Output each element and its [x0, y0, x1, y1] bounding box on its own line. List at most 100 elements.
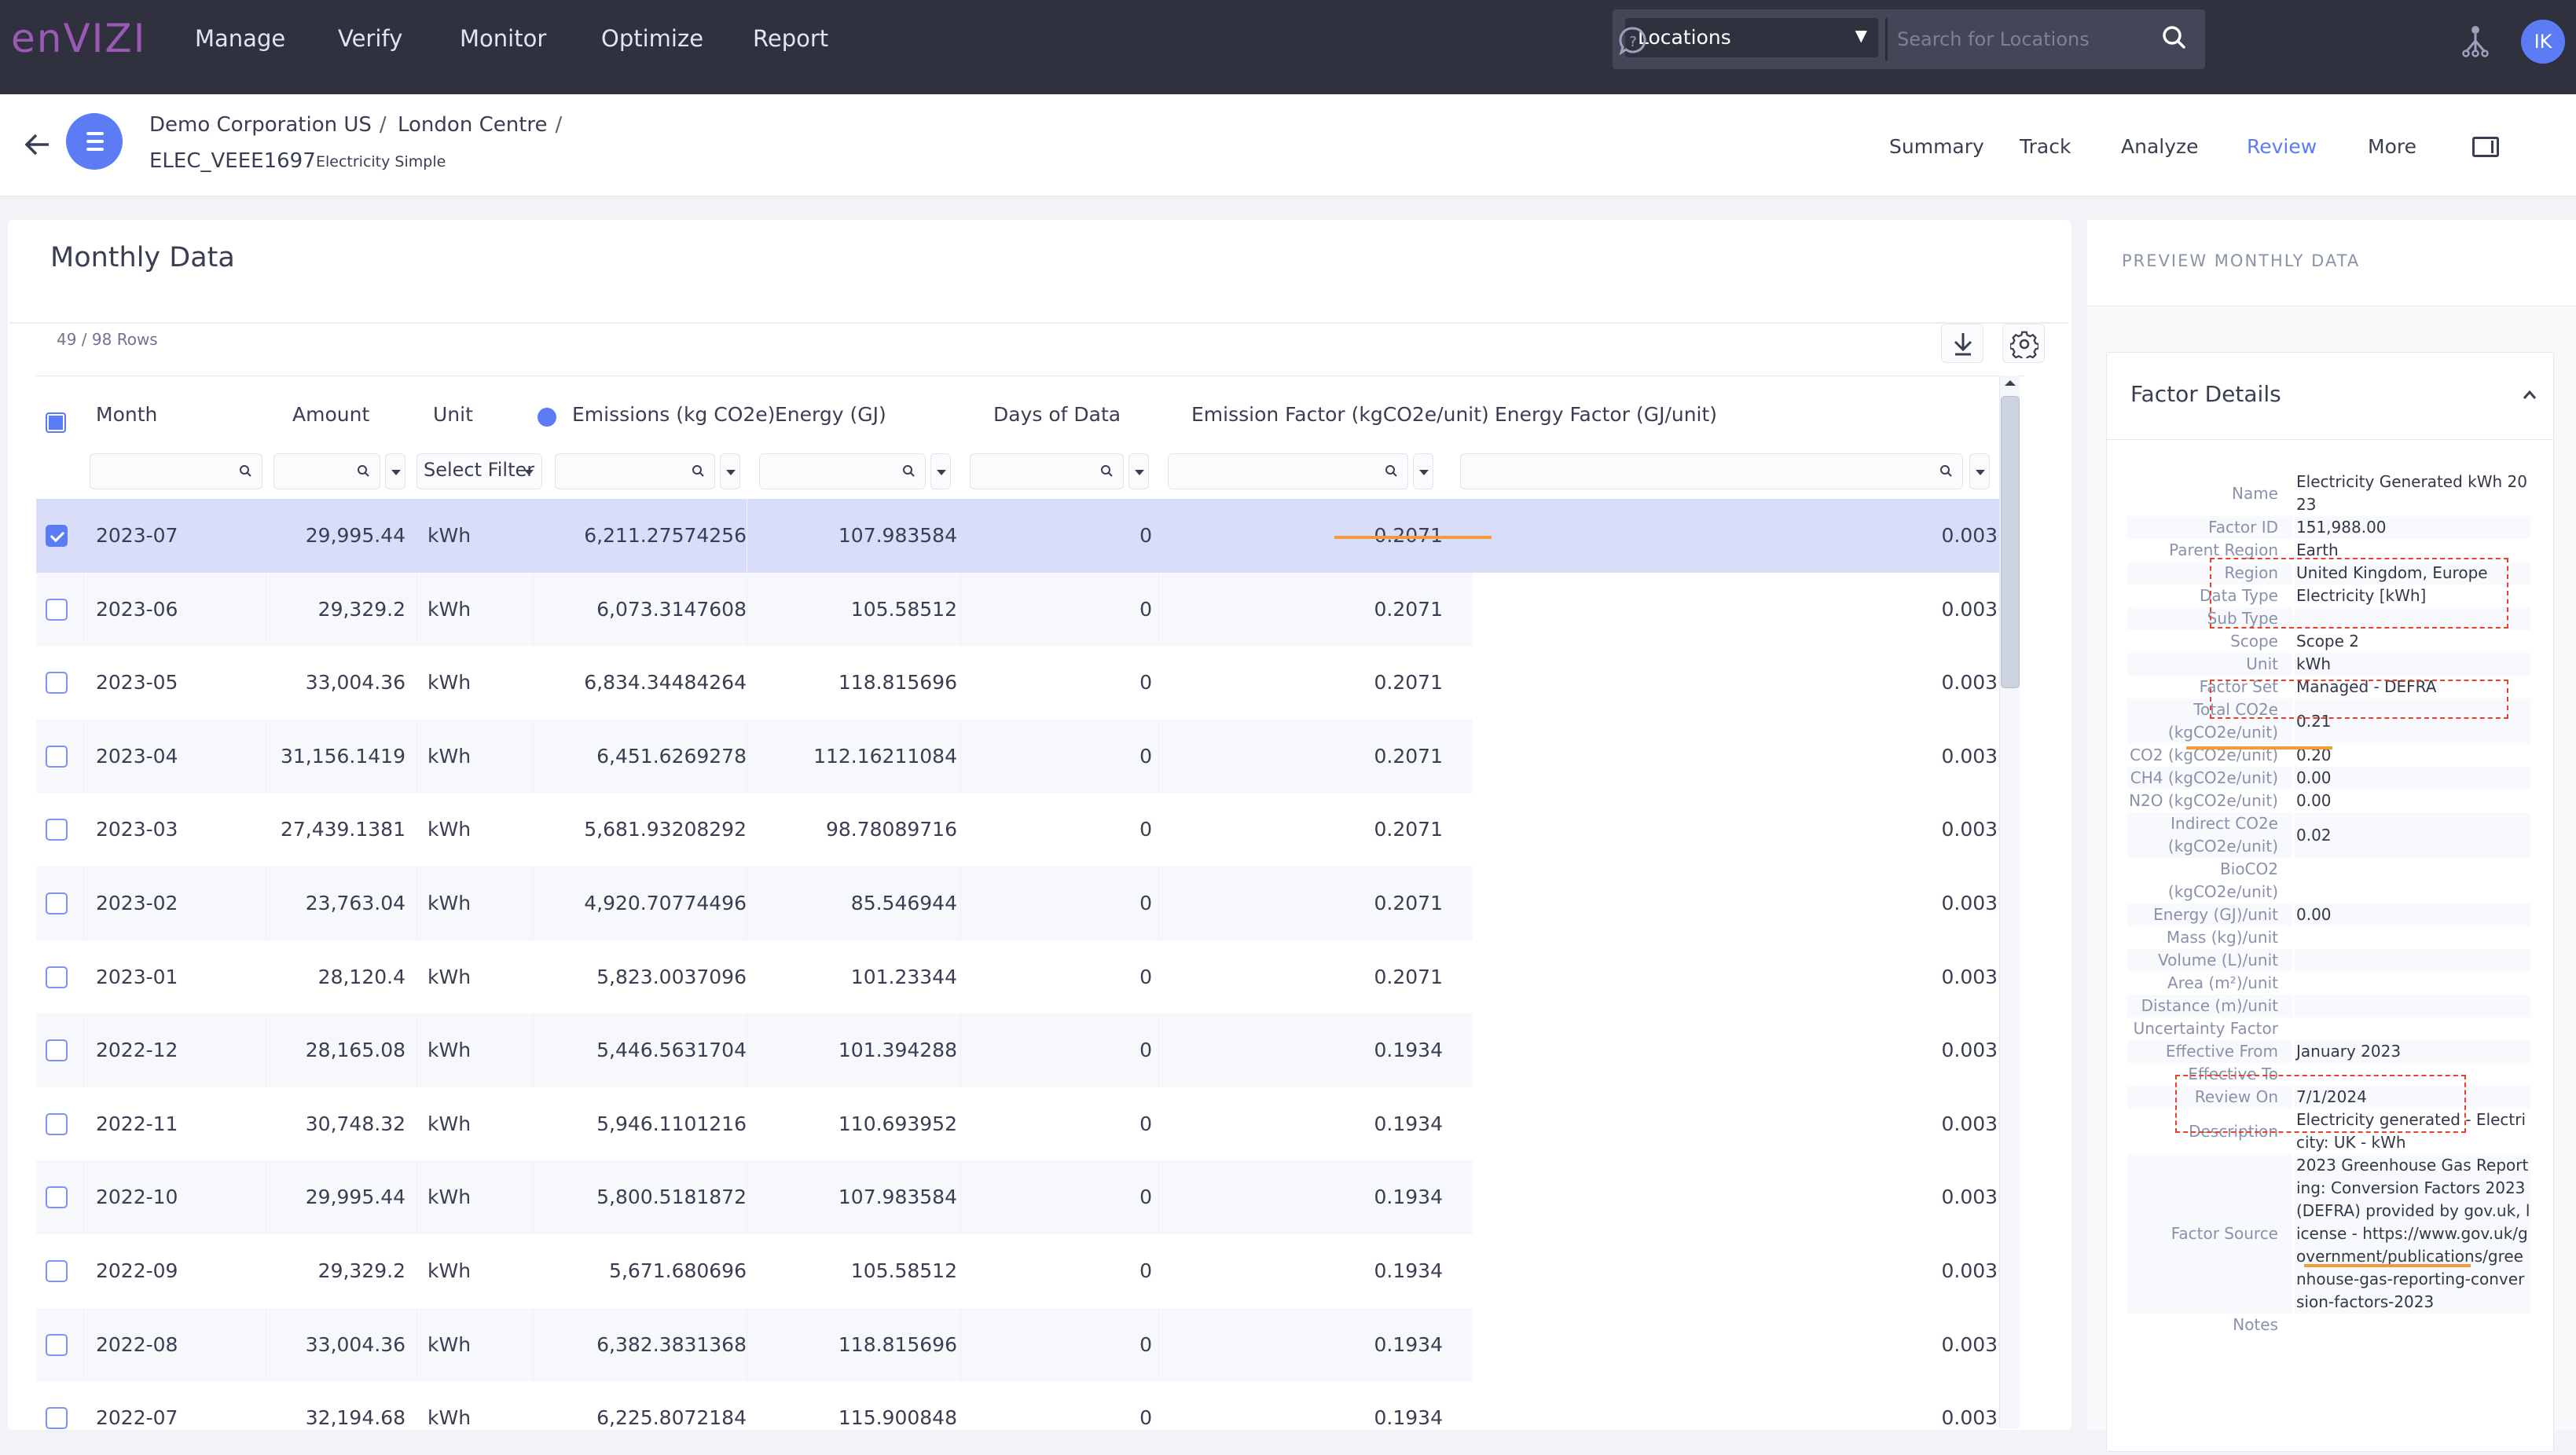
back-arrow-icon[interactable]: [22, 129, 53, 160]
table-row[interactable]: 2023-03 27,439.1381 kWh 5,681.93208292 98.78…: [36, 793, 2016, 867]
factor-details-title[interactable]: Factor Details: [2130, 381, 2281, 407]
column-header-amount[interactable]: Amount: [292, 403, 369, 426]
breadcrumb-item-location[interactable]: London Centre /: [398, 113, 562, 137]
table-row[interactable]: 2023-04 31,156.1419 kWh 6,451.6269278 112.16…: [36, 719, 2016, 793]
factor-detail-label: Scope: [2230, 632, 2278, 651]
filter-emission-factor-operator[interactable]: [1413, 453, 1433, 489]
filter-month[interactable]: [90, 453, 262, 489]
table-row[interactable]: 2023-05 33,004.36 kWh 6,834.34484264 118.815…: [36, 646, 2016, 720]
column-separator: [1158, 499, 1159, 573]
row-checkbox[interactable]: [46, 1333, 68, 1356]
user-avatar[interactable]: IK: [2521, 20, 2565, 64]
tab-track[interactable]: Track: [2020, 135, 2071, 158]
column-header-days-of-data[interactable]: Days of Data: [993, 403, 1121, 426]
table-row[interactable]: 2023-01 28,120.4 kWh 5,823.0037096 101.23344…: [36, 940, 2016, 1014]
row-checkbox[interactable]: [46, 1039, 68, 1062]
filter-amount[interactable]: [273, 453, 380, 489]
cell-emissions: 5,800.5181872: [596, 1186, 747, 1209]
table-settings-button[interactable]: [2002, 324, 2045, 363]
table-row[interactable]: 2023-02 23,763.04 kWh 4,920.70774496 85.5469…: [36, 866, 2016, 940]
table-row[interactable]: 2022-10 29,995.44 kWh 5,800.5181872 107.9835…: [36, 1160, 2016, 1234]
table-row[interactable]: 2022-12 28,165.08 kWh 5,446.5631704 101.3942…: [36, 1013, 2016, 1087]
column-separator: [416, 1307, 417, 1382]
table-row[interactable]: 2022-11 30,748.32 kWh 5,946.1101216 110.6939…: [36, 1087, 2016, 1161]
row-checkbox[interactable]: [46, 966, 68, 988]
row-checkbox[interactable]: [46, 672, 68, 695]
factor-detail-label: Mass (kg)/unit: [2166, 928, 2278, 947]
search-icon: [1385, 465, 1397, 477]
breadcrumb-item-organization[interactable]: Demo Corporation US /: [149, 113, 387, 137]
filter-energy-operator[interactable]: [930, 453, 951, 489]
row-checkbox[interactable]: [46, 745, 68, 768]
tab-more[interactable]: More: [2368, 135, 2416, 158]
column-header-energy-factor[interactable]: Energy Factor (GJ/unit): [1495, 403, 1717, 426]
table-row[interactable]: 2022-07 32,194.68 kWh 6,225.8072184 115.9008…: [36, 1381, 2016, 1455]
nav-verify[interactable]: Verify: [338, 25, 402, 52]
scroll-up-arrow-icon[interactable]: [2005, 380, 2016, 386]
nav-report[interactable]: Report: [753, 25, 828, 52]
filter-energy-factor-operator[interactable]: [1969, 453, 1990, 489]
tab-review[interactable]: Review: [2247, 135, 2317, 158]
table-row[interactable]: 2023-06 29,329.2 kWh 6,073.3147608 105.58512…: [36, 572, 2016, 647]
row-checkbox[interactable]: [46, 1112, 68, 1135]
row-checkbox[interactable]: [46, 892, 68, 914]
nav-monitor[interactable]: Monitor: [460, 25, 546, 52]
column-header-unit[interactable]: Unit: [433, 403, 473, 426]
filter-energy-factor[interactable]: [1460, 453, 1963, 489]
help-icon[interactable]: ?: [1616, 24, 1650, 58]
tab-summary[interactable]: Summary: [1889, 135, 1984, 158]
column-header-energy[interactable]: Energy (GJ): [775, 403, 886, 426]
tab-analyze[interactable]: Analyze: [2121, 135, 2199, 158]
scrollbar-thumb[interactable]: [2001, 396, 2020, 688]
chevron-up-icon[interactable]: [2522, 387, 2537, 403]
filter-unit-select[interactable]: Select Filter: [416, 453, 542, 489]
column-header-month[interactable]: Month: [96, 403, 157, 426]
cell-energy: 107.983584: [838, 1186, 957, 1209]
row-checkbox[interactable]: [46, 819, 68, 841]
hierarchy-icon[interactable]: [2458, 24, 2493, 58]
nav-optimize[interactable]: Optimize: [601, 25, 703, 52]
row-checkbox[interactable]: [46, 1186, 68, 1209]
cell-amount: 28,165.08: [305, 1039, 405, 1062]
cell-energy-factor: 0.0036: [1941, 965, 2010, 988]
filter-days-operator[interactable]: [1128, 453, 1149, 489]
cell-amount: 30,748.32: [305, 1112, 405, 1135]
table-vertical-scrollbar[interactable]: [1999, 376, 2020, 1428]
nav-manage[interactable]: Manage: [195, 25, 285, 52]
factor-detail-label: BioCO2 (kgCO2e/unit): [2167, 859, 2278, 901]
cell-unit: kWh: [427, 524, 472, 547]
filter-emissions-operator[interactable]: [720, 453, 740, 489]
factor-detail-value: [2295, 949, 2530, 972]
select-all-checkbox[interactable]: [46, 412, 66, 433]
cell-month: 2022-10: [96, 1186, 178, 1209]
table-row[interactable]: 2022-08 33,004.36 kWh 6,382.3831368 118.8156…: [36, 1307, 2016, 1382]
meter-menu-button[interactable]: [66, 113, 123, 170]
search-icon[interactable]: [2159, 22, 2190, 53]
factor-detail-value: [2295, 995, 2530, 1017]
row-checkbox[interactable]: [46, 525, 68, 547]
row-checkbox[interactable]: [46, 1259, 68, 1282]
table-row[interactable]: 2022-09 29,329.2 kWh 5,671.680696 105.58512 0…: [36, 1234, 2016, 1308]
cell-amount: 31,156.1419: [280, 744, 405, 768]
table-row[interactable]: 2023-07 29,995.44 kWh 6,211.27574256 107.983…: [36, 499, 2016, 573]
column-header-emissions[interactable]: Emissions (kg CO2e): [572, 403, 775, 426]
filter-emission-factor[interactable]: [1168, 453, 1408, 489]
filter-amount-operator[interactable]: [385, 453, 405, 489]
column-separator: [83, 499, 84, 573]
cell-emission-factor: 0.1934: [1374, 1406, 1443, 1430]
cell-emissions: 5,946.1101216: [596, 1112, 747, 1135]
search-scope-select[interactable]: Locations ▼: [1625, 18, 1878, 57]
column-separator: [1158, 1307, 1159, 1382]
panel-toggle-icon[interactable]: [2472, 137, 2499, 157]
cell-unit: kWh: [427, 965, 472, 988]
filter-energy[interactable]: [759, 453, 926, 489]
search-input[interactable]: [1885, 18, 2152, 60]
row-checkbox[interactable]: [46, 598, 68, 621]
row-checkbox[interactable]: [46, 1407, 68, 1430]
cell-emission-factor: 0.1934: [1374, 1186, 1443, 1209]
filter-emissions[interactable]: [555, 453, 715, 489]
column-header-emission-factor[interactable]: Emission Factor (kgCO2e/unit): [1191, 403, 1489, 426]
envizi-logo[interactable]: enVIZI: [11, 16, 146, 61]
filter-days-of-data[interactable]: [970, 453, 1124, 489]
download-button[interactable]: [1941, 324, 1983, 363]
